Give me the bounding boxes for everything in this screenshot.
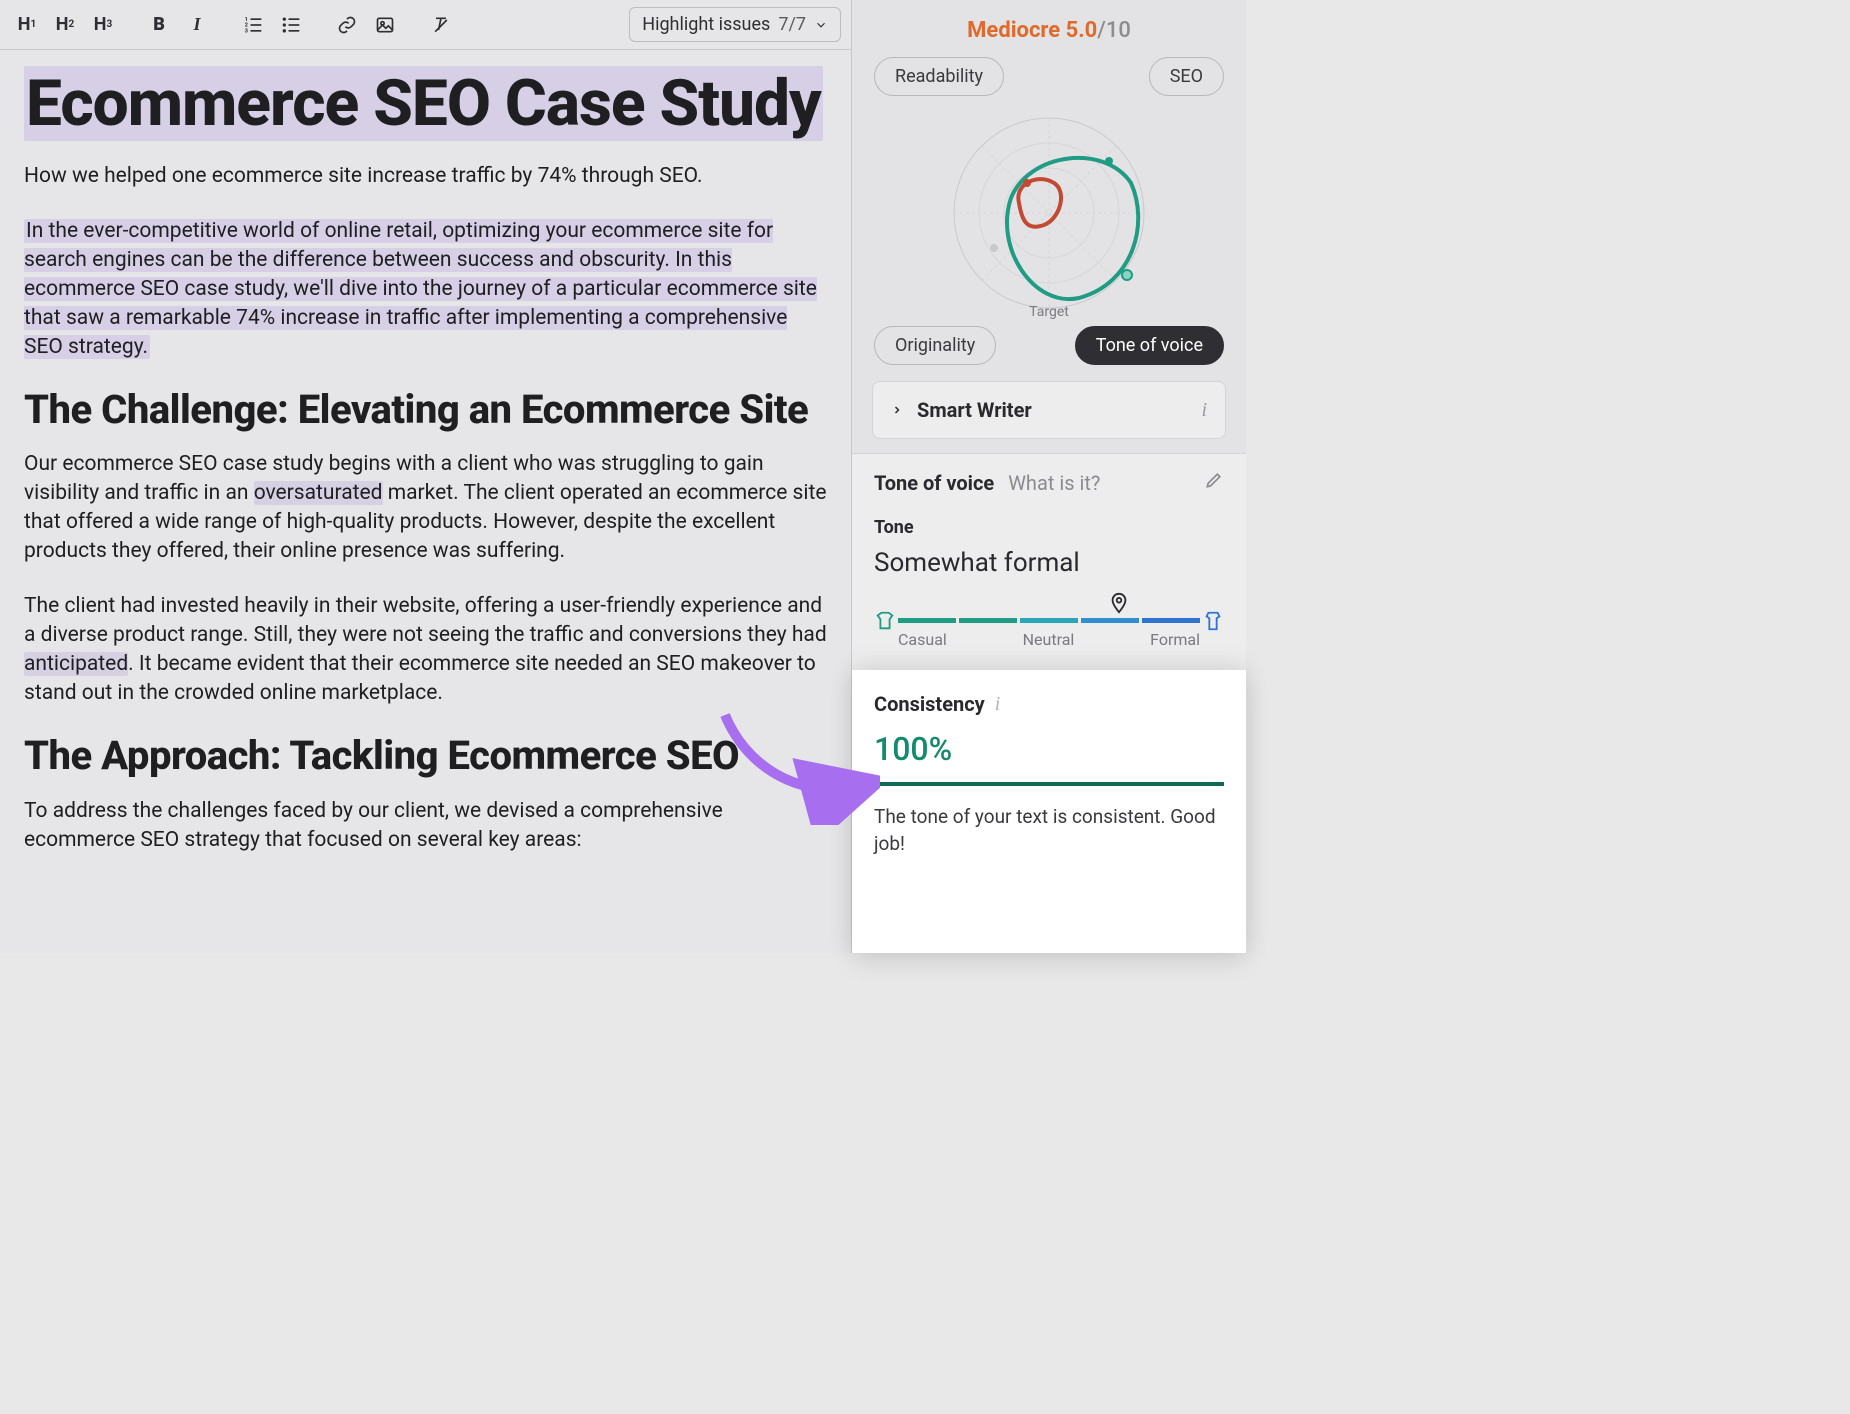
smart-writer-label: Smart Writer: [917, 398, 1032, 422]
doc-h2-approach: The Approach: Tackling Ecommerce SEO: [24, 734, 827, 779]
doc-p-challenge-2: The client had invested heavily in their…: [24, 592, 827, 708]
formal-icon: [1202, 610, 1224, 632]
consistency-title: Consistency: [874, 692, 985, 716]
consistency-card: Consistency i 100% The tone of your text…: [852, 670, 1246, 953]
doc-p-approach: To address the challenges faced by our c…: [24, 797, 827, 855]
scale-neutral: Neutral: [1023, 630, 1075, 649]
italic-button[interactable]: I: [180, 8, 214, 42]
score-max: /10: [1097, 18, 1131, 43]
info-icon[interactable]: i: [995, 693, 1001, 716]
scale-formal: Formal: [1150, 630, 1200, 649]
radar-svg: [944, 108, 1154, 318]
tov-what-link[interactable]: What is it?: [1008, 471, 1100, 495]
doc-lead: How we helped one ecommerce site increas…: [24, 162, 827, 191]
score-value: 5.0: [1066, 18, 1098, 43]
pill-readability[interactable]: Readability: [874, 57, 1004, 96]
h2-button[interactable]: H2: [48, 8, 82, 42]
edit-icon[interactable]: [1204, 470, 1224, 495]
editor-toolbar: H1 H2 H3 B I 123 Highlight issues 7/7: [0, 0, 851, 50]
tone-of-voice-block: Tone of voice What is it? Tone Somewhat …: [852, 453, 1246, 670]
doc-intro: In the ever-competitive world of online …: [24, 217, 827, 362]
svg-text:3: 3: [245, 28, 249, 34]
tone-scale: Casual Neutral Formal: [874, 596, 1224, 652]
casual-icon: [874, 610, 896, 632]
link-button[interactable]: [330, 8, 364, 42]
clear-format-button[interactable]: [424, 8, 458, 42]
pill-originality[interactable]: Originality: [874, 326, 996, 365]
chevron-right-icon: [891, 404, 903, 416]
pill-tone-of-voice[interactable]: Tone of voice: [1075, 326, 1224, 365]
sidebar: Mediocre 5.0/10 Readability SEO: [852, 0, 1246, 953]
image-button[interactable]: [368, 8, 402, 42]
consistency-bar: [874, 782, 1224, 786]
doc-p-challenge-1: Our ecommerce SEO case study begins with…: [24, 450, 827, 566]
score-label: Mediocre: [967, 18, 1060, 43]
radar-target-label: Target: [852, 304, 1246, 320]
h1-button[interactable]: H1: [10, 8, 44, 42]
h3-button[interactable]: H3: [86, 8, 120, 42]
metric-pills-bottom: Originality Tone of voice: [852, 326, 1246, 365]
smart-writer-toggle[interactable]: Smart Writer i: [872, 381, 1226, 439]
tov-title: Tone of voice: [874, 471, 994, 495]
doc-title: Ecommerce SEO Case Study: [24, 70, 827, 138]
editor-pane: H1 H2 H3 B I 123 Highlight issues 7/7 E: [0, 0, 852, 953]
highlight-issues-label: Highlight issues: [642, 14, 770, 35]
unordered-list-button[interactable]: [274, 8, 308, 42]
bold-button[interactable]: B: [142, 8, 176, 42]
consistency-percent: 100%: [874, 730, 1224, 768]
tone-marker-icon: [1108, 592, 1130, 614]
pill-seo[interactable]: SEO: [1149, 57, 1224, 96]
info-icon[interactable]: i: [1201, 399, 1207, 422]
tone-label: Tone: [874, 517, 1224, 538]
highlight-issues-count: 7/7: [778, 14, 806, 35]
highlight-issues-dropdown[interactable]: Highlight issues 7/7: [629, 7, 841, 42]
ordered-list-button[interactable]: 123: [236, 8, 270, 42]
consistency-message: The tone of your text is consistent. Goo…: [874, 804, 1224, 857]
doc-h2-challenge: The Challenge: Elevating an Ecommerce Si…: [24, 388, 827, 433]
quality-score: Mediocre 5.0/10: [852, 0, 1246, 49]
metric-pills-top: Readability SEO: [852, 49, 1246, 96]
radar-chart: Target: [852, 96, 1246, 326]
tone-value: Somewhat formal: [874, 548, 1224, 578]
scale-casual: Casual: [898, 630, 947, 649]
document-body[interactable]: Ecommerce SEO Case Study How we helped o…: [0, 50, 851, 921]
chevron-down-icon: [814, 18, 828, 32]
